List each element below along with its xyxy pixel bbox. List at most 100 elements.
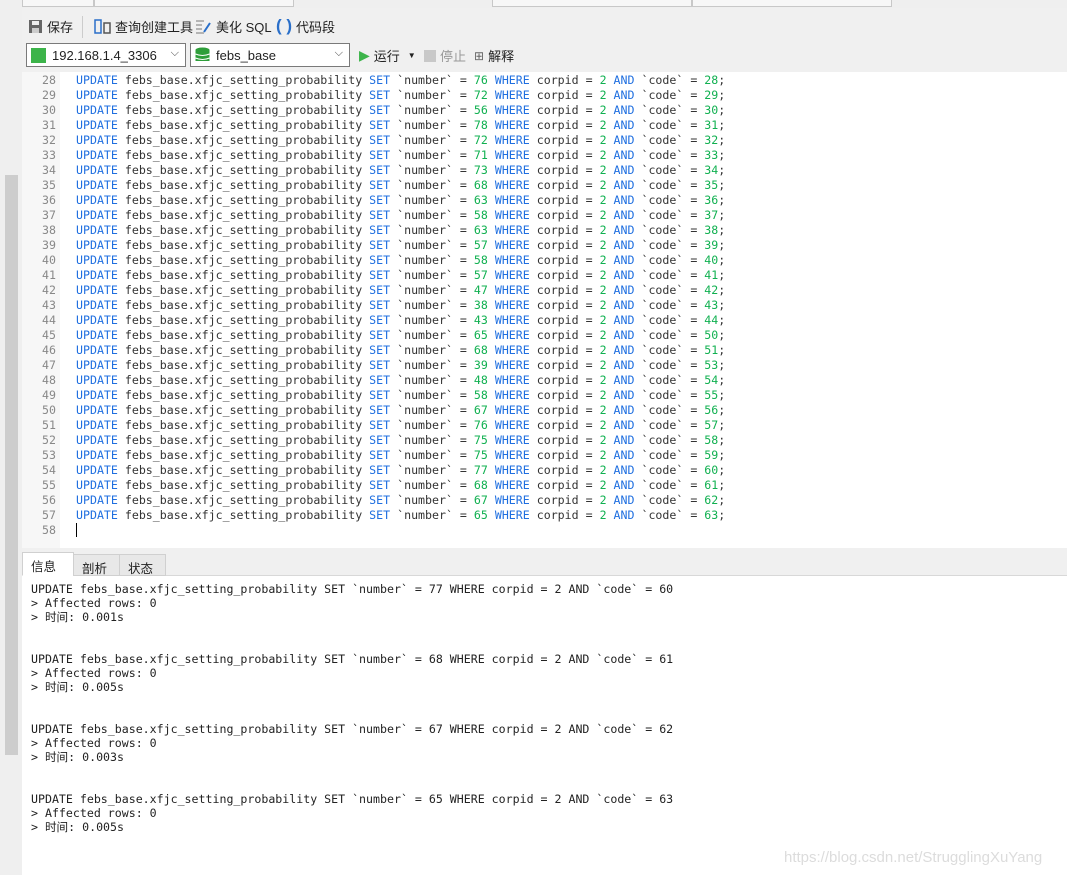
column: `code` = <box>634 73 705 87</box>
keyword: WHERE <box>494 223 530 237</box>
number-value: 57 <box>473 268 488 282</box>
keyword: UPDATE <box>76 208 118 222</box>
corpid-value: 2 <box>599 103 607 117</box>
message-block: UPDATE febs_base.xfjc_setting_probabilit… <box>31 582 673 652</box>
keyword: SET <box>369 298 391 312</box>
message-sql: UPDATE febs_base.xfjc_setting_probabilit… <box>31 792 674 806</box>
code-value: 39 <box>704 238 719 252</box>
column: `code` = <box>634 508 705 522</box>
corpid-value: 2 <box>599 313 607 327</box>
sql-statement: UPDATE febs_base.xfjc_setting_probabilit… <box>76 298 726 312</box>
document-tab[interactable] <box>94 0 294 7</box>
keyword: WHERE <box>494 508 530 522</box>
column: `code` = <box>634 133 705 147</box>
keyword: UPDATE <box>76 193 118 207</box>
column: `number` = <box>390 508 474 522</box>
message-sql: UPDATE febs_base.xfjc_setting_probabilit… <box>31 582 674 596</box>
run-label: 运行 <box>373 49 400 64</box>
column: corpid = <box>529 328 600 342</box>
keyword: AND <box>613 268 635 282</box>
message-time: > 时间: 0.003s <box>31 750 124 764</box>
column: `code` = <box>634 283 705 297</box>
keyword: SET <box>369 253 391 267</box>
sql-statement: UPDATE febs_base.xfjc_setting_probabilit… <box>76 208 726 222</box>
column: `code` = <box>634 103 705 117</box>
document-tab[interactable] <box>692 0 892 7</box>
keyword: AND <box>613 253 635 267</box>
keyword: AND <box>613 73 635 87</box>
column: corpid = <box>529 493 600 507</box>
database-select[interactable]: febs_base ⌵ <box>190 43 350 67</box>
line-number: 51 <box>42 418 56 432</box>
tab-info[interactable]: 信息 <box>22 552 74 576</box>
column: corpid = <box>529 313 600 327</box>
line-number: 36 <box>42 193 56 207</box>
chevron-down-icon: ⌵ <box>170 47 179 59</box>
keyword: SET <box>369 463 391 477</box>
stop-label: 停止 <box>440 49 467 64</box>
table-name: febs_base.xfjc_setting_probability <box>117 148 370 162</box>
run-button[interactable]: ▶ 运行 ▼ <box>359 46 416 65</box>
keyword: AND <box>613 358 635 372</box>
column: corpid = <box>529 238 600 252</box>
line-number: 52 <box>42 433 56 447</box>
table-name: febs_base.xfjc_setting_probability <box>117 373 370 387</box>
save-button[interactable]: 保存 <box>28 17 73 36</box>
column: `number` = <box>390 163 474 177</box>
beautify-sql-button[interactable]: 美化 SQL <box>195 17 272 36</box>
corpid-value: 2 <box>599 253 607 267</box>
number-value: 71 <box>473 148 488 162</box>
query-builder-button[interactable]: 查询创建工具 <box>94 17 193 36</box>
keyword: SET <box>369 328 391 342</box>
keyword: SET <box>369 103 391 117</box>
sql-statement: UPDATE febs_base.xfjc_setting_probabilit… <box>76 313 726 327</box>
corpid-value: 2 <box>599 373 607 387</box>
keyword: AND <box>613 103 635 117</box>
message-output: UPDATE febs_base.xfjc_setting_probabilit… <box>31 582 673 862</box>
keyword: AND <box>613 328 635 342</box>
column: `number` = <box>390 148 474 162</box>
corpid-value: 2 <box>599 118 607 132</box>
run-dropdown-icon[interactable]: ▼ <box>408 51 416 60</box>
keyword: WHERE <box>494 283 530 297</box>
column: `number` = <box>390 373 474 387</box>
sql-statement: UPDATE febs_base.xfjc_setting_probabilit… <box>76 463 726 477</box>
corpid-value: 2 <box>599 433 607 447</box>
connection-select[interactable]: 192.168.1.4_3306 ⌵ <box>26 43 186 67</box>
keyword: WHERE <box>494 373 530 387</box>
left-panel-scrollbar[interactable] <box>5 175 18 755</box>
message-block: UPDATE febs_base.xfjc_setting_probabilit… <box>31 722 673 792</box>
keyword: UPDATE <box>76 298 118 312</box>
keyword: AND <box>613 418 635 432</box>
column: corpid = <box>529 103 600 117</box>
explain-button[interactable]: ⊞ 解释 <box>474 46 514 65</box>
sql-editor[interactable]: 28 UPDATE febs_base.xfjc_setting_probabil… <box>22 72 1067 548</box>
column: `code` = <box>634 268 705 282</box>
document-tab[interactable] <box>492 0 692 7</box>
table-name: febs_base.xfjc_setting_probability <box>117 463 370 477</box>
column: corpid = <box>529 403 600 417</box>
column: `number` = <box>390 448 474 462</box>
snippet-button[interactable]: ( ) 代码段 <box>276 16 335 36</box>
keyword: SET <box>369 118 391 132</box>
sql-statement: UPDATE febs_base.xfjc_setting_probabilit… <box>76 148 726 162</box>
number-value: 48 <box>473 373 488 387</box>
keyword: AND <box>613 208 635 222</box>
number-value: 58 <box>473 208 488 222</box>
column: `code` = <box>634 148 705 162</box>
play-icon: ▶ <box>359 47 370 63</box>
sql-statement: UPDATE febs_base.xfjc_setting_probabilit… <box>76 73 726 87</box>
column: `code` = <box>634 388 705 402</box>
stop-button[interactable]: 停止 <box>424 46 466 65</box>
corpid-value: 2 <box>599 88 607 102</box>
number-value: 68 <box>473 343 488 357</box>
tab-status[interactable]: 状态 <box>119 554 166 576</box>
keyword: SET <box>369 343 391 357</box>
column: `code` = <box>634 478 705 492</box>
database-value: febs_base <box>216 47 276 63</box>
keyword: WHERE <box>494 418 530 432</box>
document-tab[interactable] <box>22 0 94 7</box>
corpid-value: 2 <box>599 223 607 237</box>
sql-statement: UPDATE febs_base.xfjc_setting_probabilit… <box>76 433 726 447</box>
tab-profile[interactable]: 剖析 <box>73 554 120 576</box>
